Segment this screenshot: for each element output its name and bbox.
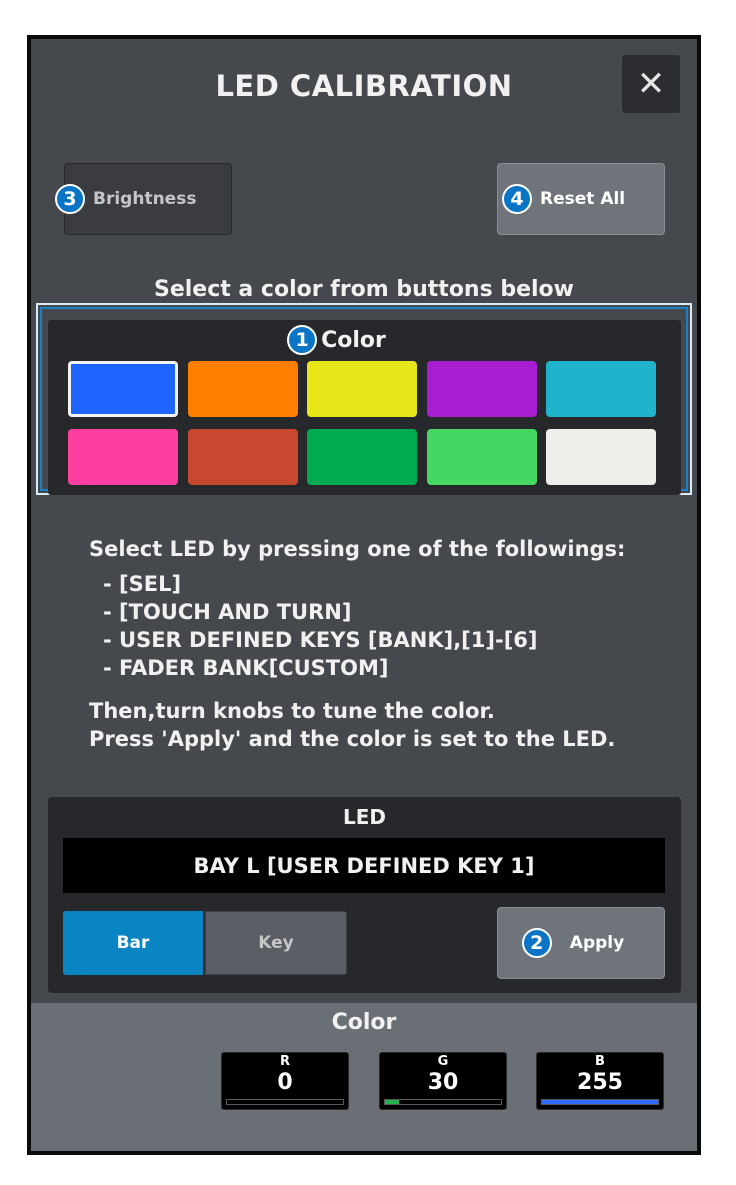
rgb-level-track (226, 1099, 344, 1105)
rgb-readout-b[interactable]: B 255 (536, 1052, 664, 1110)
reset-all-button-label: Reset All (540, 189, 626, 209)
dialog-title: LED CALIBRATION (215, 69, 513, 103)
brightness-button[interactable]: 3 Brightness (55, 163, 232, 235)
callout-badge-3: 3 (55, 184, 85, 214)
color-swatch[interactable] (68, 429, 178, 485)
select-color-hint: Select a color from buttons below (153, 277, 574, 302)
instructions-line1: Then,turn knobs to tune the color. (89, 699, 495, 723)
color-panel-header: 1 Color (48, 325, 681, 355)
color-swatch[interactable] (307, 429, 417, 485)
instructions-item: - [SEL] (103, 572, 182, 596)
led-calibration-dialog: LED CALIBRATION ✕ 3 Brightness 4 Reset A… (27, 35, 701, 1155)
close-icon: ✕ (636, 64, 666, 104)
rgb-readout-r[interactable]: R0 (221, 1052, 349, 1110)
color-swatch[interactable] (307, 361, 417, 417)
instructions-heading: Select LED by pressing one of the follow… (89, 537, 626, 561)
instructions-item: - [TOUCH AND TURN] (103, 600, 352, 624)
led-panel: LED BAY L [USER DEFINED KEY 1] Bar Key 2… (48, 797, 681, 993)
color-panel: 1 Color (48, 320, 681, 495)
rgb-channel-value: 255 (577, 1070, 623, 1095)
color-swatch[interactable] (546, 361, 656, 417)
close-button[interactable]: ✕ (622, 55, 680, 113)
color-swatch[interactable] (427, 361, 537, 417)
instructions-line2: Press 'Apply' and the color is set to th… (89, 727, 616, 751)
rgb-channel-label: G (437, 1054, 449, 1069)
rgb-channel-label: B (595, 1054, 605, 1069)
rgb-color-section: Color R 0 G 30 B 255 (31, 1003, 697, 1151)
brightness-button-label: Brightness (93, 189, 197, 209)
led-panel-title: LED (342, 805, 386, 829)
led-name-display: BAY L [USER DEFINED KEY 1] (63, 838, 665, 893)
instructions-item: - FADER BANK[CUSTOM] (103, 656, 389, 680)
color-swatch[interactable] (68, 361, 178, 417)
callout-badge-1: 1 (287, 325, 318, 355)
color-panel-title: Color (321, 327, 386, 353)
rgb-channel-value: 30 (427, 1070, 459, 1095)
callout-badge-2: 2 (521, 928, 552, 958)
color-swatch[interactable] (427, 429, 537, 485)
color-swatch[interactable] (188, 429, 298, 485)
reset-all-button[interactable]: 4 Reset All (497, 163, 665, 235)
rgb-readout-g[interactable]: G 30 (379, 1052, 507, 1110)
rgb-level-track (384, 1099, 502, 1105)
color-swatch[interactable] (188, 361, 298, 417)
instructions-item: - USER DEFINED KEYS [BANK],[1]-[6] (103, 628, 538, 652)
color-swatch[interactable] (546, 429, 656, 485)
key-button[interactable]: Key (205, 911, 347, 975)
bar-button[interactable]: Bar (63, 911, 203, 975)
callout-badge-4: 4 (502, 184, 532, 214)
rgb-level-track (541, 1099, 659, 1105)
apply-button-label: Apply (569, 933, 625, 953)
apply-button[interactable]: 2 Apply (497, 907, 665, 979)
rgb-level-fill (542, 1100, 658, 1104)
rgb-channel-label: R (279, 1054, 290, 1069)
rgb-level-fill (385, 1100, 399, 1104)
rgb-section-title: Color (331, 1010, 397, 1035)
rgb-channel-value: 0 (277, 1070, 293, 1095)
